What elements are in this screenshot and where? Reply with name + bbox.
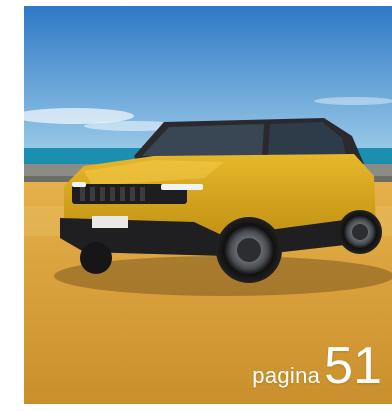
front-left-wheel xyxy=(80,242,112,274)
headlight xyxy=(161,184,203,190)
page-word: pagina xyxy=(252,363,321,388)
cloud xyxy=(314,97,392,105)
car-photo: pagina 51 xyxy=(24,6,392,404)
page-number: 51 xyxy=(324,337,382,395)
page-indicator: pagina 51 xyxy=(252,340,382,392)
license-plate xyxy=(92,216,128,228)
